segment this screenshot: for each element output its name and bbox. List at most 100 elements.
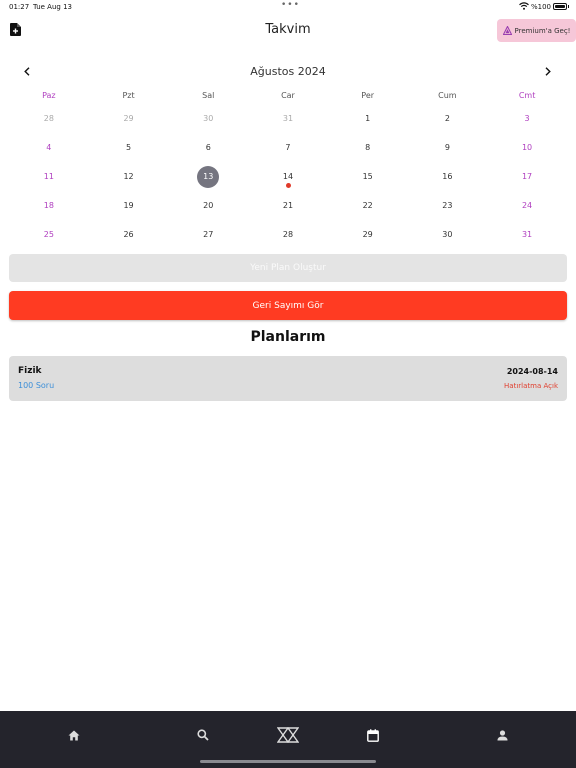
search-icon bbox=[197, 729, 209, 741]
countdown-button[interactable]: Geri Sayımı Gör bbox=[9, 291, 567, 320]
status-date: Tue Aug 13 bbox=[33, 3, 72, 11]
calendar-day[interactable]: 7 bbox=[248, 133, 328, 162]
day-number: 28 bbox=[43, 114, 54, 123]
tab-search[interactable] bbox=[191, 725, 215, 745]
day-number: 11 bbox=[43, 172, 54, 181]
calendar-day[interactable]: 16 bbox=[408, 162, 488, 191]
calendar-day[interactable]: 29 bbox=[328, 220, 408, 249]
calendar-week: 4 5 6 7 8 9 10 bbox=[9, 133, 567, 162]
day-number: 26 bbox=[123, 230, 134, 239]
calendar-day[interactable]: 23 bbox=[408, 191, 488, 220]
calendar-day[interactable]: 1 bbox=[328, 104, 408, 133]
day-number: 23 bbox=[442, 201, 453, 210]
calendar-day[interactable]: 24 bbox=[487, 191, 567, 220]
day-number: 24 bbox=[521, 201, 533, 210]
calendar-day[interactable]: 18 bbox=[9, 191, 89, 220]
calendar-day[interactable]: 20 bbox=[168, 191, 248, 220]
day-number: 22 bbox=[362, 201, 373, 210]
day-number: 13 bbox=[203, 172, 214, 181]
weekday-header-row: Paz Pzt Sal Car Per Cum Cmt bbox=[9, 88, 567, 104]
battery-icon bbox=[553, 3, 569, 10]
day-number: 31 bbox=[282, 114, 294, 123]
calendar-day[interactable]: 27 bbox=[168, 220, 248, 249]
day-number: 19 bbox=[123, 201, 134, 210]
day-number: 30 bbox=[203, 114, 214, 123]
month-title: Ağustos 2024 bbox=[250, 65, 326, 78]
day-number: 21 bbox=[282, 201, 294, 210]
day-number: 20 bbox=[203, 201, 214, 210]
weekday-label: Paz bbox=[42, 91, 56, 100]
calendar-day[interactable]: 26 bbox=[89, 220, 169, 249]
calendar-day-with-event[interactable]: 14 bbox=[248, 162, 328, 191]
tab-home[interactable] bbox=[62, 725, 86, 745]
calendar-day[interactable]: 12 bbox=[89, 162, 169, 191]
new-plan-button[interactable]: Yeni Plan Oluştur bbox=[9, 254, 567, 282]
weekday-label: Cmt bbox=[518, 91, 536, 100]
day-number: 10 bbox=[521, 143, 533, 152]
weekday-label: Sal bbox=[202, 91, 215, 100]
calendar-day[interactable]: 30 bbox=[408, 220, 488, 249]
calendar-day[interactable]: 22 bbox=[328, 191, 408, 220]
calendar-day[interactable]: 10 bbox=[487, 133, 567, 162]
premium-button-label: Premium'a Geç! bbox=[514, 26, 571, 35]
calendar-week: 18 19 20 21 22 23 24 bbox=[9, 191, 567, 220]
plan-card[interactable]: Fizik 100 Soru 2024-08-14 Hatırlatma Açı… bbox=[9, 356, 567, 401]
calendar-day[interactable]: 29 bbox=[89, 104, 169, 133]
calendar-day[interactable]: 8 bbox=[328, 133, 408, 162]
tab-profile[interactable] bbox=[490, 725, 514, 745]
premium-button[interactable]: Premium'a Geç! bbox=[497, 19, 576, 42]
calendar-day[interactable]: 11 bbox=[9, 162, 89, 191]
calendar-day[interactable]: 31 bbox=[248, 104, 328, 133]
day-number: 3 bbox=[524, 114, 530, 123]
day-number: 25 bbox=[43, 230, 54, 239]
day-number: 29 bbox=[123, 114, 134, 123]
calendar-day-selected[interactable]: 13 bbox=[168, 162, 248, 191]
calendar-day[interactable]: 25 bbox=[9, 220, 89, 249]
plans-section-title: Planlarım bbox=[250, 329, 326, 345]
calendar-day[interactable]: 4 bbox=[9, 133, 89, 162]
month-navigation: Ağustos 2024 bbox=[0, 62, 576, 82]
calendar-day[interactable]: 19 bbox=[89, 191, 169, 220]
calendar-day[interactable]: 2 bbox=[408, 104, 488, 133]
home-indicator[interactable] bbox=[200, 760, 376, 763]
weekday-label: Cum bbox=[438, 91, 457, 100]
calendar-day[interactable]: 30 bbox=[168, 104, 248, 133]
day-number: 9 bbox=[444, 143, 450, 152]
calendar-day[interactable]: 31 bbox=[487, 220, 567, 249]
day-number: 17 bbox=[521, 172, 533, 181]
day-number: 7 bbox=[285, 143, 291, 152]
calendar-week: 28 29 30 31 1 2 3 bbox=[9, 104, 567, 133]
calendar-week: 11 12 13 14 15 16 17 bbox=[9, 162, 567, 191]
chevron-right-icon bbox=[545, 66, 551, 76]
calendar-day[interactable]: 5 bbox=[89, 133, 169, 162]
calendar-day[interactable]: 21 bbox=[248, 191, 328, 220]
calendar-day[interactable]: 28 bbox=[9, 104, 89, 133]
header: Takvim Premium'a Geç! bbox=[0, 16, 576, 44]
calendar-grid: Paz Pzt Sal Car Per Cum Cmt 28 29 30 31 … bbox=[9, 88, 567, 249]
day-number: 5 bbox=[126, 143, 132, 152]
profile-icon bbox=[497, 729, 507, 740]
calendar-day[interactable]: 6 bbox=[168, 133, 248, 162]
weekday-label: Per bbox=[361, 91, 375, 100]
calendar-day[interactable]: 17 bbox=[487, 162, 567, 191]
weekday-label: Pzt bbox=[122, 91, 135, 100]
day-number: 15 bbox=[362, 172, 373, 181]
calendar-day[interactable]: 28 bbox=[248, 220, 328, 249]
premium-icon bbox=[502, 26, 512, 35]
plan-date: 2024-08-14 bbox=[506, 367, 558, 376]
day-number: 12 bbox=[123, 172, 134, 181]
event-dot bbox=[285, 183, 291, 188]
calendar-icon bbox=[367, 728, 379, 742]
calendar-day[interactable]: 15 bbox=[328, 162, 408, 191]
calendar-day[interactable]: 9 bbox=[408, 133, 488, 162]
calendar-day[interactable]: 3 bbox=[487, 104, 567, 133]
next-month-button[interactable] bbox=[542, 64, 554, 78]
tab-calendar[interactable] bbox=[361, 725, 385, 745]
tab-center[interactable] bbox=[274, 725, 302, 745]
multitasking-dots-icon[interactable]: ••• bbox=[281, 0, 300, 10]
day-number: 1 bbox=[365, 114, 371, 123]
status-time: 01:27 bbox=[9, 3, 30, 11]
calendar-week: 25 26 27 28 29 30 31 bbox=[9, 220, 567, 249]
day-number: 16 bbox=[442, 172, 453, 181]
day-number: 31 bbox=[521, 230, 533, 239]
